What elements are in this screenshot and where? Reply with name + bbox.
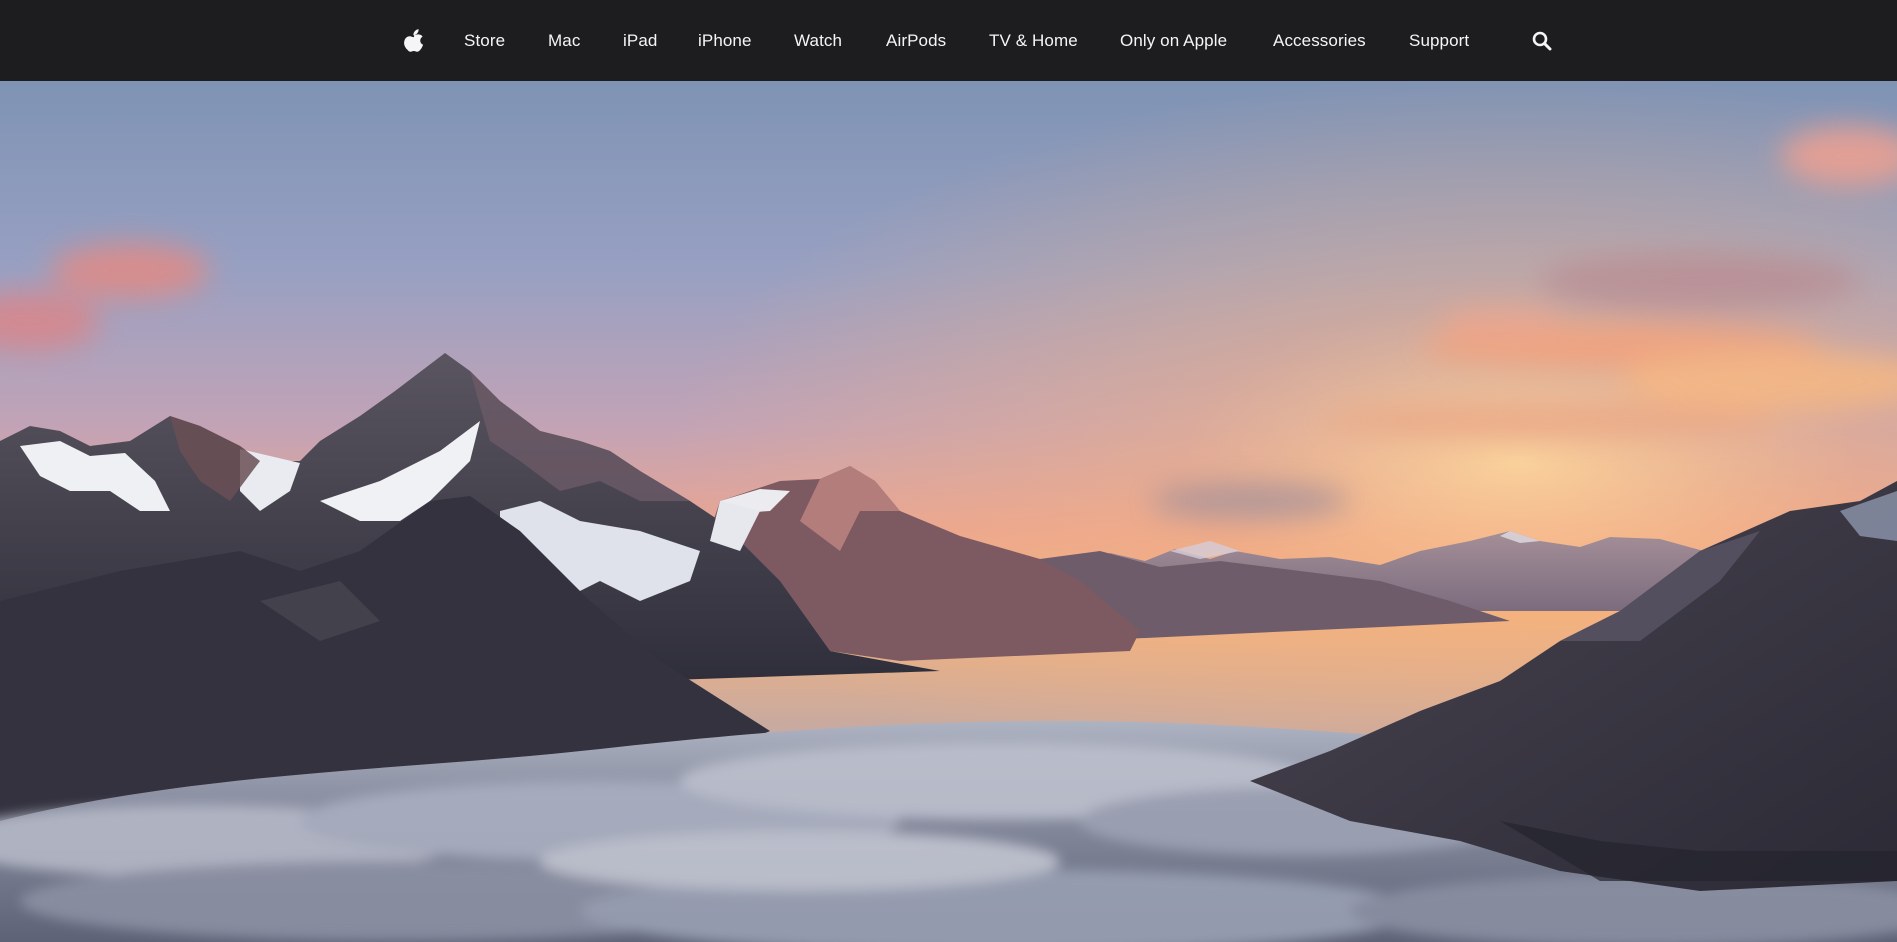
global-nav: Store Mac iPad iPhone Watch AirPods TV &…	[0, 0, 1897, 81]
nav-item-iphone: iPhone	[698, 0, 752, 81]
nav-item-store: Store	[464, 0, 505, 81]
nav-list: Store Mac iPad iPhone Watch AirPods TV &…	[0, 0, 1897, 81]
hero-section	[0, 81, 1897, 942]
nav-link-support[interactable]: Support	[1409, 0, 1469, 81]
nav-item-airpods: AirPods	[886, 0, 946, 81]
nav-item-only-on-apple: Only on Apple	[1120, 0, 1227, 81]
nav-item-support: Support	[1409, 0, 1469, 81]
hero-image	[0, 81, 1897, 942]
nav-link-watch[interactable]: Watch	[794, 0, 842, 81]
nav-link-airpods[interactable]: AirPods	[886, 0, 946, 81]
nav-item-apple	[403, 0, 425, 81]
nav-link-store[interactable]: Store	[464, 0, 505, 81]
nav-item-search	[1532, 0, 1552, 81]
nav-link-mac[interactable]: Mac	[548, 0, 580, 81]
nav-link-ipad[interactable]: iPad	[623, 0, 657, 81]
nav-link-tv-home[interactable]: TV & Home	[989, 0, 1078, 81]
nav-item-accessories: Accessories	[1273, 0, 1366, 81]
nav-item-tv-home: TV & Home	[989, 0, 1078, 81]
nav-link-iphone[interactable]: iPhone	[698, 0, 752, 81]
apple-logo-icon[interactable]	[403, 28, 425, 53]
nav-link-accessories[interactable]: Accessories	[1273, 0, 1366, 81]
nav-item-ipad: iPad	[623, 0, 657, 81]
nav-link-only-on-apple[interactable]: Only on Apple	[1120, 0, 1227, 81]
search-icon[interactable]	[1532, 31, 1552, 51]
nav-item-watch: Watch	[794, 0, 842, 81]
nav-item-mac: Mac	[548, 0, 580, 81]
